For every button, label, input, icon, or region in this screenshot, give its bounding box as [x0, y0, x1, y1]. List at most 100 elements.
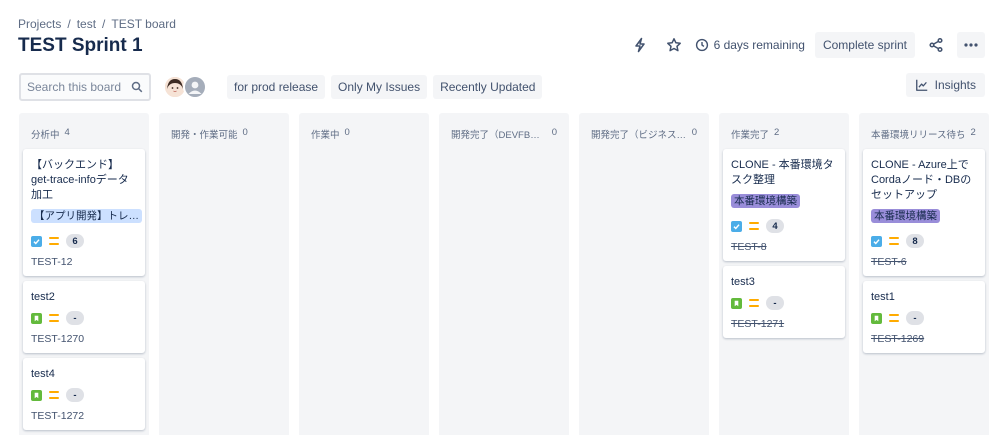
- insights-button[interactable]: Insights: [905, 73, 985, 97]
- search-input[interactable]: [27, 80, 127, 94]
- issue-key[interactable]: TEST-1270: [31, 333, 137, 345]
- story-points-badge: -: [66, 388, 84, 402]
- board-column: 作業完了 2 CLONE - 本番環境タスク整理本番環境構築 4 TEST-8 test3…: [719, 113, 849, 435]
- epic-lozenge: 【アプリ開発】トレ…: [31, 209, 142, 223]
- issue-meta: -: [731, 296, 837, 310]
- issue-key[interactable]: TEST-1269: [871, 333, 977, 345]
- column-name: 本番環境リリース待ち: [871, 130, 966, 141]
- column-issue-count: 0: [344, 127, 350, 138]
- story-points-badge: 4: [766, 219, 784, 233]
- more-icon[interactable]: [957, 32, 985, 58]
- chart-trend-icon: [915, 79, 927, 91]
- breadcrumb-project[interactable]: test: [77, 17, 96, 31]
- issue-card[interactable]: 【バックエンド】get-trace-infoデータ加工【アプリ開発】トレ… 6 TE…: [23, 149, 145, 276]
- issue-summary: CLONE - Azure上でCordaノード・DBのセットアップ: [871, 159, 972, 201]
- epic-lozenge: 本番環境構築: [731, 194, 800, 208]
- issue-summary: test4: [31, 368, 55, 380]
- story-points-badge: -: [766, 296, 784, 310]
- share-icon[interactable]: [923, 32, 949, 58]
- column-name: 分析中: [31, 130, 60, 141]
- column-header: 作業完了 2: [723, 125, 845, 149]
- issue-summary: CLONE - 本番環境タスク整理: [731, 159, 834, 186]
- column-issue-count: 2: [774, 127, 780, 138]
- story-points-badge: 6: [66, 234, 84, 248]
- breadcrumb-separator: /: [67, 17, 71, 31]
- priority-medium-icon: [749, 299, 759, 307]
- complete-sprint-button[interactable]: Complete sprint: [814, 32, 915, 58]
- column-issue-count: 4: [64, 127, 70, 138]
- story-points-badge: -: [66, 311, 84, 325]
- story-icon: [731, 297, 742, 309]
- breadcrumb-board[interactable]: TEST board: [111, 17, 175, 31]
- story-icon: [871, 312, 882, 324]
- board-column: 作業中 0: [299, 113, 429, 435]
- priority-medium-icon: [49, 237, 59, 245]
- column-header: 開発完了（DEVFB待ち） 0: [443, 125, 565, 149]
- priority-medium-icon: [49, 391, 59, 399]
- sprint-time-remaining: 6 days remaining: [695, 38, 805, 52]
- column-issue-count: 0: [551, 127, 557, 138]
- issue-key[interactable]: TEST-1272: [31, 410, 137, 422]
- task-icon: [871, 235, 882, 247]
- issue-card[interactable]: test4- TEST-1272: [23, 358, 145, 430]
- quick-filter-prod-release[interactable]: for prod release: [227, 75, 326, 99]
- story-icon: [31, 389, 42, 401]
- priority-medium-icon: [889, 237, 899, 245]
- assignee-filter-avatars: [163, 75, 207, 99]
- insights-label: Insights: [934, 78, 976, 92]
- story-points-badge: 8: [906, 234, 924, 248]
- column-name: 開発完了（ビジネスFB…: [591, 130, 687, 141]
- column-issue-count: 0: [242, 127, 248, 138]
- issue-card[interactable]: test3- TEST-1271: [723, 266, 845, 338]
- breadcrumb-projects[interactable]: Projects: [18, 17, 61, 31]
- column-header: 開発・作業可能 0: [163, 125, 285, 149]
- priority-medium-icon: [889, 314, 899, 322]
- board-column: 開発・作業可能 0: [159, 113, 289, 435]
- board-column: 開発完了（ビジネスFB… 0: [579, 113, 709, 435]
- board-columns: 分析中 4 【バックエンド】get-trace-infoデータ加工【アプリ開発】トレ…: [19, 113, 989, 435]
- issue-meta: 8: [871, 234, 977, 248]
- board-column: 分析中 4 【バックエンド】get-trace-infoデータ加工【アプリ開発】トレ…: [19, 113, 149, 435]
- search-box[interactable]: [19, 73, 151, 101]
- column-issue-count: 0: [691, 127, 697, 138]
- issue-key[interactable]: TEST-6: [871, 256, 977, 268]
- issue-card[interactable]: test2- TEST-1270: [23, 281, 145, 353]
- issue-meta: 4: [731, 219, 837, 233]
- issue-key[interactable]: TEST-8: [731, 241, 837, 253]
- column-header: 本番環境リリース待ち 2: [863, 125, 985, 149]
- issue-summary: test2: [31, 291, 55, 303]
- issue-meta: -: [31, 388, 137, 402]
- priority-medium-icon: [749, 222, 759, 230]
- avatar[interactable]: [183, 75, 207, 99]
- issue-card[interactable]: test1- TEST-1269: [863, 281, 985, 353]
- remaining-label: 6 days remaining: [713, 38, 805, 52]
- column-header: 作業中 0: [303, 125, 425, 149]
- card-list: CLONE - 本番環境タスク整理本番環境構築 4 TEST-8 test3- TEST…: [723, 149, 845, 338]
- quick-filter-only-my-issues[interactable]: Only My Issues: [331, 75, 428, 99]
- board-toolbar: for prod release Only My Issues Recently…: [19, 73, 543, 101]
- issue-card[interactable]: CLONE - 本番環境タスク整理本番環境構築 4 TEST-8: [723, 149, 845, 261]
- issue-key[interactable]: TEST-1271: [731, 318, 837, 330]
- column-name: 作業中: [311, 130, 340, 141]
- column-header: 分析中 4: [23, 125, 145, 149]
- issue-card[interactable]: CLONE - Azure上でCordaノード・DBのセットアップ本番環境構築 8…: [863, 149, 985, 276]
- issue-summary: test3: [731, 276, 755, 288]
- card-list: 【バックエンド】get-trace-infoデータ加工【アプリ開発】トレ… 6 TE…: [23, 149, 145, 430]
- task-icon: [731, 220, 742, 232]
- column-header: 開発完了（ビジネスFB… 0: [583, 125, 705, 149]
- issue-meta: -: [31, 311, 137, 325]
- quick-filter-recently-updated[interactable]: Recently Updated: [433, 75, 543, 99]
- issue-summary: test1: [871, 291, 895, 303]
- sprint-actions: 6 days remaining Complete sprint: [627, 32, 985, 58]
- story-points-badge: -: [906, 311, 924, 325]
- clock-icon: [695, 38, 708, 52]
- star-icon[interactable]: [661, 32, 687, 58]
- issue-key[interactable]: TEST-12: [31, 256, 137, 268]
- column-issue-count: 2: [970, 127, 976, 138]
- column-name: 開発完了（DEVFB待ち）: [451, 130, 547, 141]
- card-list: CLONE - Azure上でCordaノード・DBのセットアップ本番環境構築 8…: [863, 149, 985, 353]
- issue-summary: 【バックエンド】get-trace-infoデータ加工: [31, 159, 129, 201]
- breadcrumb: Projects / test / TEST board: [18, 17, 176, 31]
- epic-lozenge: 本番環境構築: [871, 209, 940, 223]
- automation-icon[interactable]: [627, 32, 653, 58]
